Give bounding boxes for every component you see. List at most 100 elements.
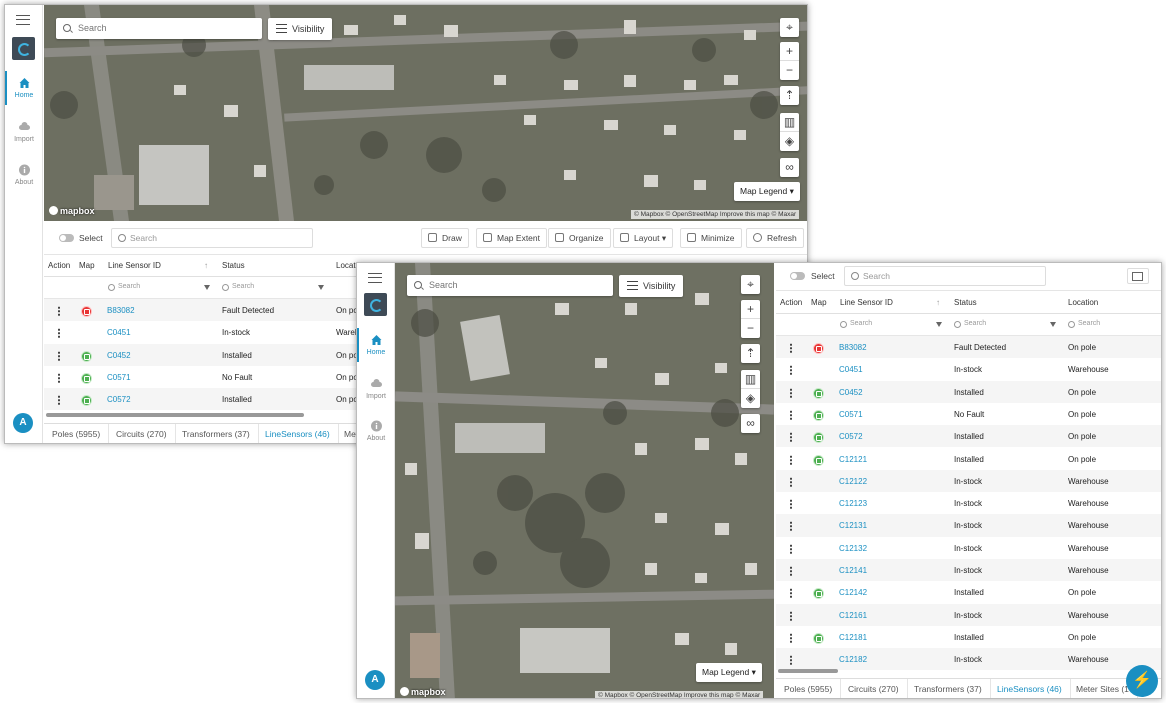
more-actions-icon[interactable] [790,610,792,621]
table-row[interactable]: C12123 In-stock Warehouse [776,492,1161,514]
map-attribution[interactable]: © Mapbox © OpenStreetMap Improve this ma… [631,210,800,219]
sensor-id-link[interactable]: C12131 [839,521,867,530]
tab-linesensors[interactable]: LineSensors (46) [257,424,339,443]
sensor-id-link[interactable]: C12122 [839,477,867,486]
ok-status-icon[interactable] [813,409,824,421]
more-actions-icon[interactable] [790,588,792,599]
table-row[interactable]: C0571 No Fault On pole [776,403,1161,425]
tab-linesensors[interactable]: LineSensors (46) [989,679,1071,698]
tab-transformers[interactable]: Transformers (37) [906,679,991,698]
more-actions-icon[interactable] [790,365,792,376]
ok-status-icon[interactable] [813,432,824,444]
more-actions-icon[interactable] [790,454,792,465]
sensor-id-link[interactable]: C12123 [839,499,867,508]
sort-asc-icon[interactable]: ↑ [936,298,940,307]
sensor-id-link[interactable]: B83082 [107,306,135,315]
filter-icon[interactable] [204,285,210,290]
binoculars-button[interactable]: ∞ [780,158,799,177]
basemap-icon[interactable]: ▥ [780,113,799,132]
table-row[interactable]: C12182 In-stock Warehouse [776,648,1161,671]
map-legend-button[interactable]: Map Legend ▾ [734,182,800,201]
table-row[interactable]: C12141 In-stock Warehouse [776,559,1161,582]
sensor-id-link[interactable]: C0572 [839,432,863,441]
sensor-id-link[interactable]: C12161 [839,611,867,620]
filter-id-input[interactable]: Search [840,320,872,328]
sensor-id-link[interactable]: C0571 [107,373,131,382]
locate-button[interactable]: ⌖ [780,18,799,37]
zoom-out-button[interactable]: − [741,319,760,338]
ok-status-icon[interactable] [81,395,92,407]
sensor-id-link[interactable]: C12182 [839,655,867,664]
more-actions-icon[interactable] [790,387,792,398]
menu-icon[interactable] [16,15,30,25]
table-row[interactable]: C12122 In-stock Warehouse [776,469,1161,493]
menu-icon[interactable] [368,273,382,283]
more-actions-icon[interactable] [790,521,792,532]
sensor-id-link[interactable]: C0572 [107,395,131,404]
filter-status-input[interactable]: Search [222,283,254,291]
ok-status-icon[interactable] [81,372,92,384]
ok-status-icon[interactable] [81,350,92,362]
compass-button[interactable]: ⇡ [780,86,799,105]
sensor-id-link[interactable]: B83082 [839,343,867,352]
zoom-in-button[interactable]: + [780,42,799,61]
grid-search-input[interactable]: Search [111,228,313,248]
ok-status-icon[interactable] [813,632,824,644]
avatar[interactable]: A [365,670,385,690]
sensor-id-link[interactable]: C0452 [107,351,131,360]
fault-status-icon[interactable] [81,306,92,317]
layers-icon[interactable]: ◈ [780,132,799,151]
ok-status-icon[interactable] [813,454,824,466]
filter-location-input[interactable]: Search [1068,320,1100,328]
more-actions-icon[interactable] [790,432,792,443]
refresh-button[interactable]: Refresh [746,228,804,248]
col-header-action[interactable]: Action [780,298,802,307]
horizontal-scrollbar[interactable] [46,413,304,417]
sensor-id-link[interactable]: C0451 [107,328,131,337]
layout-button[interactable]: Layout ▾ [613,228,674,248]
compass-button[interactable]: ⇡ [741,344,760,363]
sensor-id-link[interactable]: C0571 [839,410,863,419]
binoculars-button[interactable]: ∞ [741,414,760,433]
locate-button[interactable]: ⌖ [741,275,760,294]
table-row[interactable]: C12161 In-stock Warehouse [776,603,1161,626]
more-actions-icon[interactable] [790,566,792,576]
filter-icon[interactable] [1050,322,1056,327]
tab-circuits[interactable]: Circuits (270) [108,424,176,443]
sidebar-item-about[interactable]: About [357,420,395,442]
avatar[interactable]: A [13,413,33,433]
col-header-status[interactable]: Status [222,261,245,270]
col-header-location[interactable]: Location [1068,298,1098,307]
more-actions-icon[interactable] [58,306,60,316]
sidebar-item-home[interactable]: Home [357,328,395,362]
tab-poles[interactable]: Poles (5955) [44,424,110,443]
horizontal-scrollbar[interactable] [778,669,838,673]
table-row[interactable]: C0451 In-stock Warehouse [776,358,1161,380]
quick-action-button[interactable]: ⚡ [1126,665,1158,697]
table-row[interactable]: C12181 Installed On pole [776,626,1161,648]
more-actions-icon[interactable] [790,543,792,554]
fault-status-icon[interactable] [813,343,824,354]
map-extent-button[interactable]: Map Extent [476,228,547,248]
zoom-out-button[interactable]: − [780,61,799,80]
select-toggle[interactable] [790,272,805,280]
filter-status-input[interactable]: Search [954,320,986,328]
map-view[interactable]: Visibility ⌖ + − ⇡ ▥ ◈ ∞ Map Legend ▾ ma… [395,263,774,698]
table-row[interactable]: C12121 Installed On pole [776,448,1161,470]
map-search-input[interactable] [56,18,262,39]
sensor-id-link[interactable]: C12121 [839,455,867,464]
ok-status-icon[interactable] [813,387,824,399]
zoom-in-button[interactable]: + [741,300,760,319]
draw-button[interactable]: Draw [421,228,469,248]
grid-search-input[interactable]: Search [844,266,1046,286]
sidebar-item-import[interactable]: Import [357,378,395,400]
more-actions-icon[interactable] [790,499,792,510]
more-actions-icon[interactable] [790,655,792,666]
more-actions-icon[interactable] [58,350,60,361]
select-toggle[interactable] [59,234,74,242]
more-actions-icon[interactable] [790,476,792,487]
organize-button[interactable]: Organize [548,228,611,248]
column-chooser-icon[interactable] [1127,268,1149,284]
table-row[interactable]: C12131 In-stock Warehouse [776,514,1161,537]
visibility-button[interactable]: Visibility [268,18,333,40]
